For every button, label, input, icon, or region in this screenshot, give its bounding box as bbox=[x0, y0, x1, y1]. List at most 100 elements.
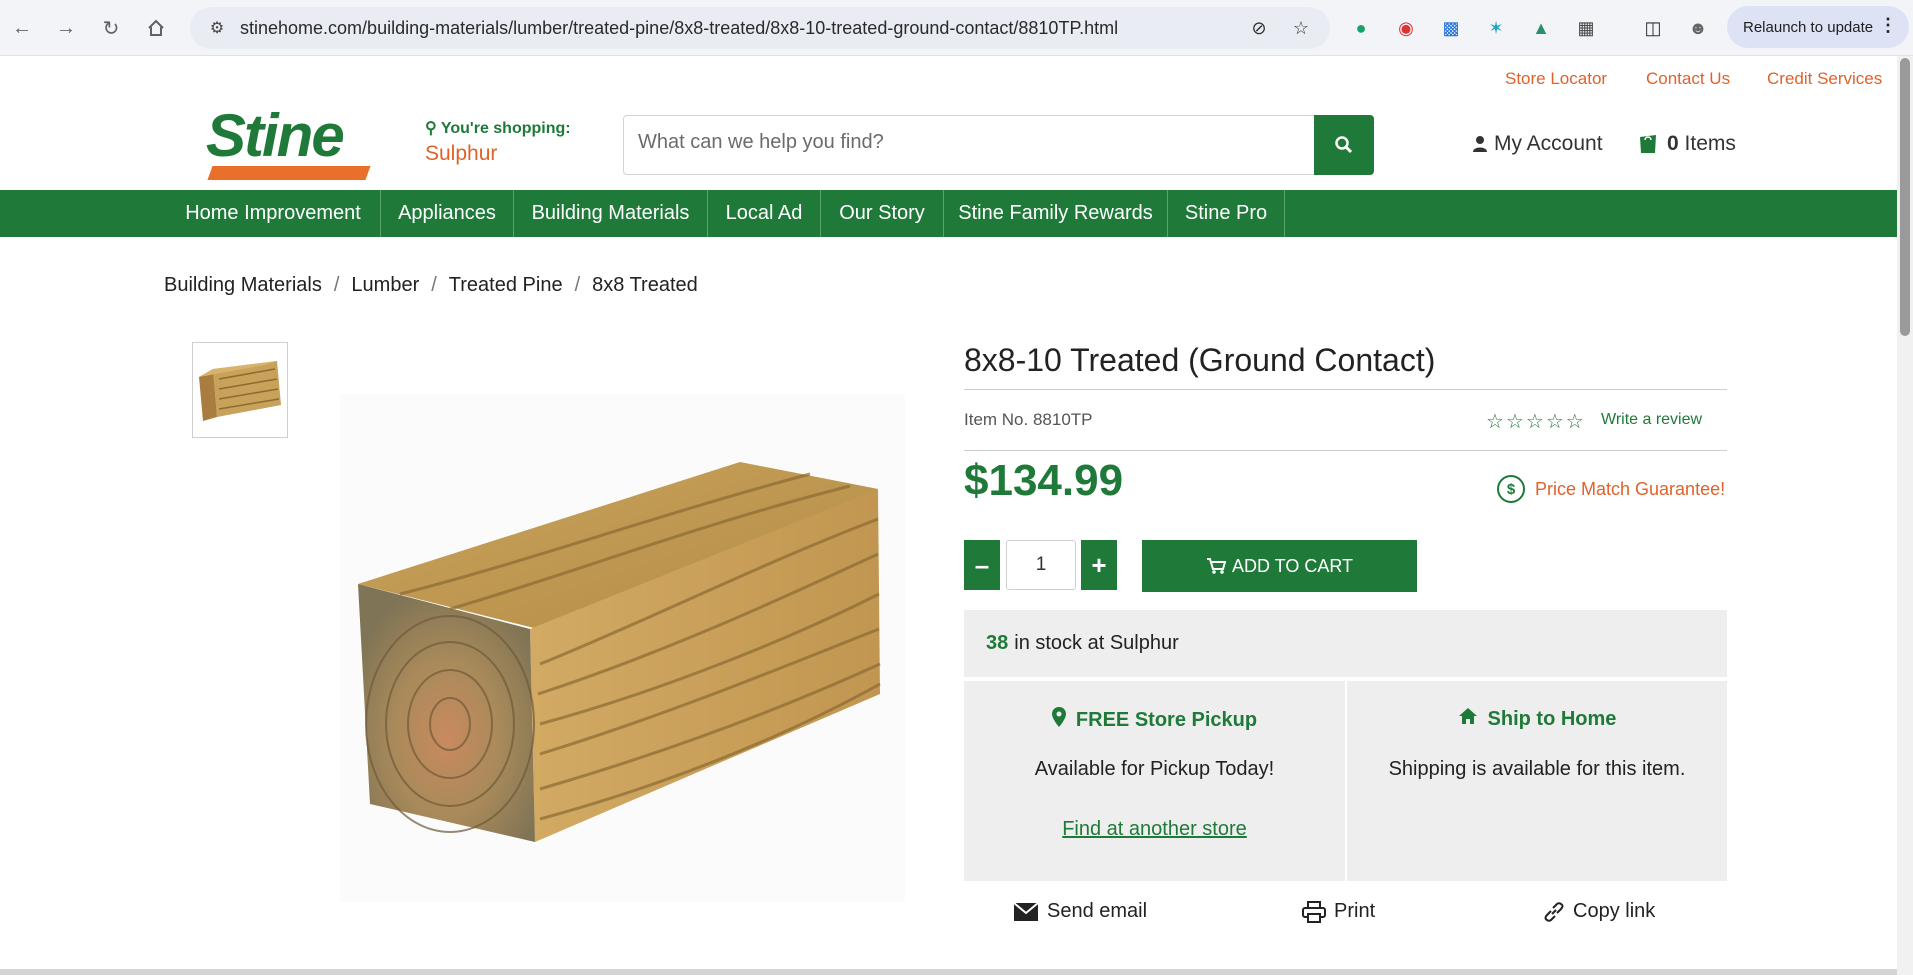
add-to-cart-button[interactable]: ADD TO CART bbox=[1142, 540, 1417, 592]
main-nav: Home Improvement Appliances Building Mat… bbox=[0, 190, 1897, 237]
bookmark-star-icon[interactable]: ☆ bbox=[1290, 17, 1312, 39]
store-locator-link[interactable]: Store Locator bbox=[1505, 69, 1607, 89]
copy-link-label: Copy link bbox=[1573, 900, 1656, 922]
user-icon bbox=[1473, 136, 1487, 152]
credit-services-link[interactable]: Credit Services bbox=[1767, 69, 1882, 89]
pickup-text: Available for Pickup Today! bbox=[1034, 758, 1275, 780]
quantity-increase-button[interactable]: + bbox=[1081, 540, 1117, 590]
ship-text: Shipping is available for this item. bbox=[1388, 758, 1686, 780]
site-settings-icon[interactable]: ⚙ bbox=[206, 17, 228, 39]
product-title: 8x8-10 Treated (Ground Contact) bbox=[964, 342, 1436, 378]
star-outline-icon: ☆ bbox=[1565, 411, 1584, 433]
quantity-decrease-button[interactable]: – bbox=[964, 540, 1000, 590]
link-icon bbox=[1544, 901, 1564, 922]
copy-link[interactable]: Copy link bbox=[1543, 900, 1655, 923]
write-review-link[interactable]: Write a review bbox=[1601, 411, 1702, 429]
relaunch-label: Relaunch to update bbox=[1743, 18, 1874, 36]
nav-home-improvement[interactable]: Home Improvement bbox=[166, 190, 381, 237]
breadcrumb-separator: / bbox=[431, 274, 437, 296]
rating-stars: ☆ ☆ ☆ ☆ ☆ bbox=[1486, 409, 1584, 434]
forward-icon[interactable]: → bbox=[52, 14, 80, 42]
cart-label: Items bbox=[1684, 132, 1736, 155]
star-outline-icon: ☆ bbox=[1545, 411, 1564, 433]
print-label: Print bbox=[1334, 900, 1376, 922]
cart-count: 0 bbox=[1667, 132, 1679, 155]
cart-link[interactable]: 0 Items bbox=[1637, 132, 1736, 156]
map-pin-icon: ⚲ bbox=[425, 120, 437, 137]
grammarly-extension-icon[interactable]: ● bbox=[1348, 15, 1374, 41]
divider bbox=[964, 450, 1727, 451]
stock-text: in stock at Sulphur bbox=[1014, 632, 1179, 654]
cart-icon bbox=[1206, 558, 1226, 574]
my-account-label: My Account bbox=[1494, 132, 1603, 155]
profile-avatar-icon[interactable]: ☻ bbox=[1685, 15, 1711, 41]
back-icon[interactable]: ← bbox=[8, 14, 36, 42]
nav-stine-pro[interactable]: Stine Pro bbox=[1168, 190, 1285, 237]
extensions-puzzle-icon[interactable]: ▦ bbox=[1573, 15, 1599, 41]
scrollbar-thumb[interactable] bbox=[1900, 58, 1910, 336]
nav-building-materials[interactable]: Building Materials bbox=[514, 190, 708, 237]
find-another-store-link[interactable]: Find at another store bbox=[964, 818, 1345, 841]
nav-our-story[interactable]: Our Story bbox=[821, 190, 944, 237]
search-bar bbox=[623, 115, 1374, 175]
send-email-link[interactable]: Send email bbox=[1013, 900, 1147, 923]
no-tracking-icon[interactable]: ⊘ bbox=[1248, 17, 1270, 39]
product-thumbnail[interactable] bbox=[192, 342, 288, 438]
globe-extension-icon[interactable]: ✶ bbox=[1483, 15, 1509, 41]
current-store[interactable]: ⚲ You're shopping: Sulphur bbox=[425, 118, 571, 166]
search-input[interactable] bbox=[638, 131, 1318, 154]
chart-extension-icon[interactable]: ▩ bbox=[1438, 15, 1464, 41]
store-name[interactable]: Sulphur bbox=[425, 142, 571, 166]
pickup-title: FREE Store Pickup bbox=[1075, 708, 1258, 731]
shopping-label: You're shopping: bbox=[440, 120, 571, 137]
browser-toolbar: ← → ↻ ⚙ stinehome.com/building-materials… bbox=[0, 0, 1913, 56]
map-pin-icon bbox=[1051, 707, 1066, 733]
url-text: stinehome.com/building-materials/lumber/… bbox=[240, 17, 1119, 38]
ship-title: Ship to Home bbox=[1487, 707, 1617, 730]
stine-logo[interactable]: Stine bbox=[200, 102, 371, 182]
price-match-label: Price Match Guarantee! bbox=[1535, 478, 1726, 499]
product-image[interactable] bbox=[340, 394, 905, 902]
breadcrumb-separator: / bbox=[574, 274, 581, 296]
nav-local-ad[interactable]: Local Ad bbox=[708, 190, 821, 237]
relaunch-button[interactable]: Relaunch to update ⋮ bbox=[1727, 6, 1909, 48]
envelope-icon bbox=[1013, 901, 1039, 921]
star-outline-icon: ☆ bbox=[1525, 411, 1544, 433]
stock-count: 38 bbox=[986, 632, 1009, 654]
home-icon[interactable] bbox=[142, 14, 170, 42]
logo-text: Stine bbox=[206, 102, 345, 169]
breadcrumb-building-materials[interactable]: Building Materials bbox=[164, 274, 322, 297]
star-outline-icon: ☆ bbox=[1505, 411, 1524, 433]
dollar-coin-icon: $ bbox=[1497, 475, 1525, 503]
horizontal-scrollbar[interactable] bbox=[0, 969, 1897, 975]
search-icon bbox=[1335, 136, 1353, 154]
contact-us-link[interactable]: Contact Us bbox=[1646, 69, 1730, 89]
send-email-label: Send email bbox=[1047, 900, 1148, 922]
breadcrumb-8x8-treated[interactable]: 8x8 Treated bbox=[592, 274, 698, 297]
breadcrumb: Building Materials / Lumber / Treated Pi… bbox=[164, 274, 698, 297]
item-number: Item No. 8810TP bbox=[964, 410, 1093, 429]
add-to-cart-label: ADD TO CART bbox=[1231, 555, 1354, 576]
print-link[interactable]: Print bbox=[1302, 900, 1375, 923]
star-outline-icon: ☆ bbox=[1486, 411, 1504, 433]
image-extension-icon[interactable]: ▲ bbox=[1528, 15, 1554, 41]
side-panel-icon[interactable]: ◫ bbox=[1640, 15, 1666, 41]
menu-dots-icon[interactable]: ⋮ bbox=[1879, 15, 1897, 36]
nav-appliances[interactable]: Appliances bbox=[381, 190, 514, 237]
ship-to-home-option[interactable]: Ship to Home Shipping is available for t… bbox=[1347, 681, 1727, 881]
my-account-link[interactable]: My Account bbox=[1472, 132, 1603, 156]
cart-icon bbox=[1640, 135, 1656, 153]
store-pickup-option[interactable]: FREE Store Pickup Available for Pickup T… bbox=[964, 681, 1345, 881]
price-match-link[interactable]: $ Price Match Guarantee! bbox=[1497, 475, 1725, 503]
reload-icon[interactable]: ↻ bbox=[97, 14, 125, 42]
breadcrumb-lumber[interactable]: Lumber bbox=[351, 274, 419, 297]
address-bar[interactable]: ⚙ stinehome.com/building-materials/lumbe… bbox=[190, 7, 1330, 49]
product-price: $134.99 bbox=[964, 456, 1124, 505]
quantity-input[interactable] bbox=[1006, 540, 1076, 590]
vertical-scrollbar[interactable] bbox=[1897, 56, 1913, 975]
breadcrumb-treated-pine[interactable]: Treated Pine bbox=[449, 274, 563, 297]
nav-stine-family-rewards[interactable]: Stine Family Rewards bbox=[944, 190, 1168, 237]
pokeball-extension-icon[interactable]: ◉ bbox=[1393, 15, 1419, 41]
home-icon bbox=[1458, 707, 1478, 731]
search-button[interactable] bbox=[1314, 115, 1374, 175]
